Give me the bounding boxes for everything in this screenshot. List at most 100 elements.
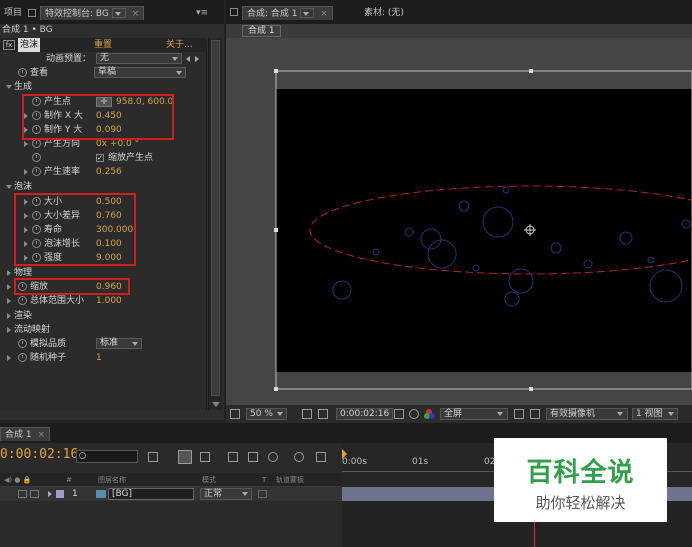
transparency-grid-icon[interactable] [530,409,540,419]
preserve-transparency-checkbox[interactable] [258,490,267,498]
tab-timeline-label: 合成 1 [5,430,32,440]
camera-snapshot-icon[interactable] [394,409,404,419]
zoom-dropdown[interactable]: 50 % [246,408,287,420]
bounds-handle[interactable] [529,387,533,391]
show-snapshot-icon[interactable] [409,409,419,419]
draft-3d-icon[interactable] [200,452,210,462]
animation-preset-value: 无 [100,53,110,63]
timecode-value: 0:00:02:16 [340,409,390,419]
label-color-icon[interactable] [56,490,64,498]
column-t: T [262,476,267,484]
sim-quality-dropdown[interactable]: 标准 [96,338,142,349]
column-trkmat: 轨道蒙板 [276,476,304,484]
close-icon[interactable]: × [320,9,328,19]
views-dropdown[interactable]: 1 视图 [632,408,678,420]
timecode-field[interactable]: 0:00:02:16 [336,408,394,420]
lock-icon[interactable] [230,8,238,16]
composition-breadcrumb[interactable]: 合成 1 [242,25,281,37]
column-source-name: 图层名称 [98,476,126,484]
effect-properties-list: fx 泡沫 重置 关于... 动画预置： 无 查看 草稿 生成 产生点 ✛ 95… [0,38,207,410]
work-area-start-icon[interactable] [342,449,347,459]
layer-select-dropdown[interactable] [111,8,126,18]
flow-map-section[interactable]: 流动映射 [0,323,207,337]
universe-size-value[interactable]: 1.000 [96,294,122,308]
close-icon[interactable]: × [132,9,140,19]
expand-icon[interactable] [7,313,11,319]
zoom-producer-row: ✓ 缩放产生点 [0,151,207,165]
stopwatch-icon[interactable] [18,339,27,348]
universe-size-label: 总体范围大小 [30,296,85,306]
tab-timeline-comp[interactable]: 合成 1 × [0,427,51,441]
blend-mode-dropdown[interactable]: 正常 [200,488,252,500]
composition-mini-flowchart-icon[interactable] [148,452,158,462]
scrollbar-thumb[interactable] [211,40,220,396]
composition-select-dropdown[interactable] [300,8,315,18]
video-toggle-icon[interactable] [18,490,27,498]
view-dropdown[interactable]: 草稿 [94,67,186,78]
stopwatch-icon[interactable] [18,68,27,77]
stopwatch-icon[interactable] [18,353,27,362]
tab-footage[interactable]: 素材: (无) [360,6,408,20]
brainstorm-icon[interactable] [294,452,304,462]
graph-editor-icon[interactable] [316,452,326,462]
layer-name-field[interactable]: [BG] [108,488,194,500]
expand-icon[interactable] [6,185,12,189]
zoom-producer-checkbox[interactable]: ✓ [96,154,104,162]
panel-menu-icon[interactable]: ▾≡ [196,8,208,18]
stopwatch-icon[interactable] [18,296,27,305]
expand-icon[interactable] [6,85,12,89]
animation-preset-dropdown[interactable]: 无 [96,53,182,64]
layer-row[interactable]: 1 [BG] 正常 [0,487,342,501]
expand-icon[interactable] [24,141,28,147]
expand-icon[interactable] [24,169,28,175]
snapshot-icon[interactable] [230,409,240,419]
stopwatch-icon[interactable] [32,167,41,176]
rendering-section-label: 渲染 [14,311,33,321]
production-rate-value[interactable]: 0.256 [96,165,122,179]
tab-project[interactable]: 项目 [0,6,26,20]
random-seed-value[interactable]: 1 [96,351,102,365]
solo-toggle-icon[interactable] [30,490,39,498]
bubbles-section[interactable]: 泡沫 [0,180,207,194]
tab-composition[interactable]: 合成: 合成 1 × [242,6,333,20]
effect-header-row[interactable]: fx 泡沫 重置 关于... [0,38,207,52]
camera-dropdown[interactable]: 有效摄像机 [546,408,628,420]
hide-shy-layers-icon[interactable] [228,452,238,462]
vertical-scrollbar[interactable] [208,38,222,410]
channels-icon[interactable] [424,409,435,419]
preset-prev-icon[interactable] [186,56,190,62]
bounds-handle[interactable] [274,69,278,73]
bounds-handle[interactable] [274,228,278,232]
lock-icon[interactable] [28,9,36,17]
resolution-dropdown[interactable]: 全屏 [440,408,508,420]
region-of-interest-icon[interactable] [514,409,524,419]
mask-view-icon[interactable] [318,409,328,419]
stopwatch-icon[interactable] [32,139,41,148]
motion-blur-icon[interactable] [268,452,278,462]
bounds-handle[interactable] [274,387,278,391]
preset-next-icon[interactable] [195,56,199,62]
random-seed-row: 随机种子 1 [0,351,207,365]
live-update-icon[interactable] [178,450,192,464]
tab-effect-controls[interactable]: 特效控制台: BG × [40,6,145,20]
bounds-handle[interactable] [529,69,533,73]
reset-link[interactable]: 重置 [94,38,112,52]
rendering-section[interactable]: 渲染 [0,309,207,323]
expand-icon[interactable] [48,491,52,497]
stopwatch-icon[interactable] [32,153,41,162]
layer-search-input[interactable] [76,450,138,463]
composition-viewer[interactable] [226,38,692,405]
about-link[interactable]: 关于... [166,38,193,52]
expand-icon[interactable] [7,270,11,276]
expand-icon[interactable] [7,284,11,290]
expand-icon[interactable] [7,298,11,304]
expand-icon[interactable] [7,355,11,361]
current-time-display[interactable]: 0:00:02:16 [0,447,78,462]
producer-section[interactable]: 生成 [0,80,207,94]
fx-toggle-icon[interactable]: fx [3,40,15,50]
expand-icon[interactable] [7,327,11,333]
scroll-down-icon[interactable] [212,402,220,407]
safe-zones-icon[interactable] [302,409,312,419]
close-icon[interactable]: × [37,430,45,440]
frame-blending-icon[interactable] [248,452,258,462]
